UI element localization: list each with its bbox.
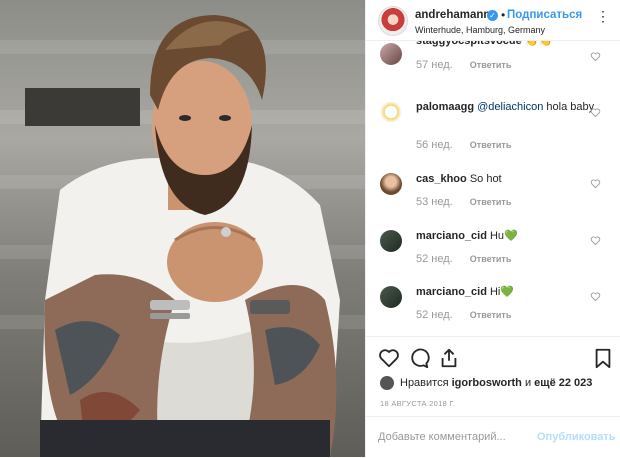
comment-body: hola baby	[546, 101, 595, 113]
post-photo[interactable]	[0, 0, 365, 457]
post-side-panel: andrehamann ✓ • Подписаться Winterhude, …	[365, 0, 620, 457]
bookmark-icon[interactable]	[592, 347, 614, 369]
like-comment-heart-icon[interactable]	[590, 291, 601, 302]
comment-mention-link[interactable]: @deliachicon	[477, 101, 543, 113]
comment-item: marciano_cid Hi💚 52 нед. Ответить	[366, 282, 620, 332]
likes-summary[interactable]: Нравится igorbosworth и ещё 22 023	[380, 376, 592, 390]
reply-button[interactable]: Ответить	[470, 140, 512, 150]
likes-count[interactable]: ещё 22 023	[534, 377, 592, 389]
comment-meta: 53 нед. Ответить	[416, 196, 511, 208]
comment-username[interactable]: staggyocspitsvocue	[416, 41, 522, 47]
comment-time: 52 нед.	[416, 309, 453, 321]
commenter-avatar[interactable]	[380, 230, 402, 252]
post-actions: Нравится igorbosworth и ещё 22 023 18 АВ…	[366, 336, 620, 457]
comment-item: cas_khoo So hot 53 нед. Ответить	[366, 169, 620, 219]
comment-text: cas_khoo So hot	[416, 171, 596, 187]
comment-body: Hu💚	[489, 230, 518, 242]
comment-time: 53 нед.	[416, 196, 453, 208]
comment-body: Hi💚	[489, 286, 515, 298]
like-comment-heart-icon[interactable]	[590, 235, 601, 246]
likes-conjunction: и	[524, 376, 532, 389]
comment-item: staggyocspitsvocue 👏👏 57 нед. Ответить	[366, 41, 620, 81]
comment-item: palomaagg @deliachicon hola baby 56 нед.…	[366, 97, 620, 157]
liker-avatar[interactable]	[380, 376, 394, 390]
liker-username[interactable]: igorbosworth	[452, 377, 522, 389]
comment-time: 57 нед.	[416, 59, 453, 71]
add-comment-section: Опубликовать	[366, 416, 620, 458]
commenter-avatar[interactable]	[380, 43, 402, 65]
comment-username[interactable]: palomaagg	[416, 101, 474, 113]
comment-username[interactable]: marciano_cid	[416, 230, 487, 242]
comment-meta: 57 нед. Ответить	[416, 59, 511, 71]
comment-username[interactable]: cas_khoo	[416, 173, 467, 185]
comment-time: 52 нед.	[416, 253, 453, 265]
comment-body: 👏👏	[524, 41, 553, 47]
reply-button[interactable]: Ответить	[470, 310, 512, 320]
comments-list[interactable]: staggyocspitsvocue 👏👏 57 нед. Ответить p…	[366, 41, 620, 336]
like-heart-icon[interactable]	[378, 347, 400, 369]
more-options-icon[interactable]: ⋮	[596, 8, 610, 25]
separator-dot: •	[501, 8, 506, 22]
like-comment-heart-icon[interactable]	[590, 178, 601, 189]
follow-button[interactable]: Подписаться	[507, 9, 582, 21]
share-icon[interactable]	[438, 347, 460, 369]
comment-text: palomaagg @deliachicon hola baby	[416, 99, 596, 115]
publish-button[interactable]: Опубликовать	[537, 431, 616, 443]
likes-prefix: Нравится	[400, 376, 449, 389]
post-date: 18 АВГУСТА 2018 Г.	[380, 399, 456, 408]
commenter-avatar[interactable]	[380, 286, 402, 308]
reply-button[interactable]: Ответить	[470, 60, 512, 70]
post-header: andrehamann ✓ • Подписаться Winterhude, …	[366, 0, 620, 41]
comment-time: 56 нед.	[416, 139, 453, 151]
add-comment-input[interactable]	[378, 427, 528, 447]
comment-meta: 52 нед. Ответить	[416, 309, 511, 321]
comment-bubble-icon[interactable]	[408, 347, 430, 369]
comment-username[interactable]: marciano_cid	[416, 286, 487, 298]
comment-text: marciano_cid Hi💚	[416, 284, 596, 300]
username-link[interactable]: andrehamann	[415, 9, 490, 21]
commenter-avatar[interactable]	[380, 173, 402, 195]
comment-meta: 56 нед. Ответить	[416, 139, 511, 151]
like-comment-heart-icon[interactable]	[590, 107, 601, 118]
verified-badge-icon: ✓	[487, 10, 498, 21]
comment-item: marciano_cid Hu💚 52 нед. Ответить	[366, 226, 620, 276]
comment-text: marciano_cid Hu💚	[416, 228, 596, 244]
commenter-avatar[interactable]	[380, 101, 402, 123]
man-illustration	[25, 15, 340, 457]
location-link[interactable]: Winterhude, Hamburg, Germany	[415, 25, 545, 35]
avatar[interactable]	[378, 6, 408, 36]
comment-body: So hot	[469, 173, 502, 185]
like-comment-heart-icon[interactable]	[590, 51, 601, 62]
comment-text: staggyocspitsvocue 👏👏	[416, 41, 596, 49]
comment-meta: 52 нед. Ответить	[416, 253, 511, 265]
reply-button[interactable]: Ответить	[470, 197, 512, 207]
instagram-post: andrehamann ✓ • Подписаться Winterhude, …	[0, 0, 620, 457]
reply-button[interactable]: Ответить	[470, 254, 512, 264]
